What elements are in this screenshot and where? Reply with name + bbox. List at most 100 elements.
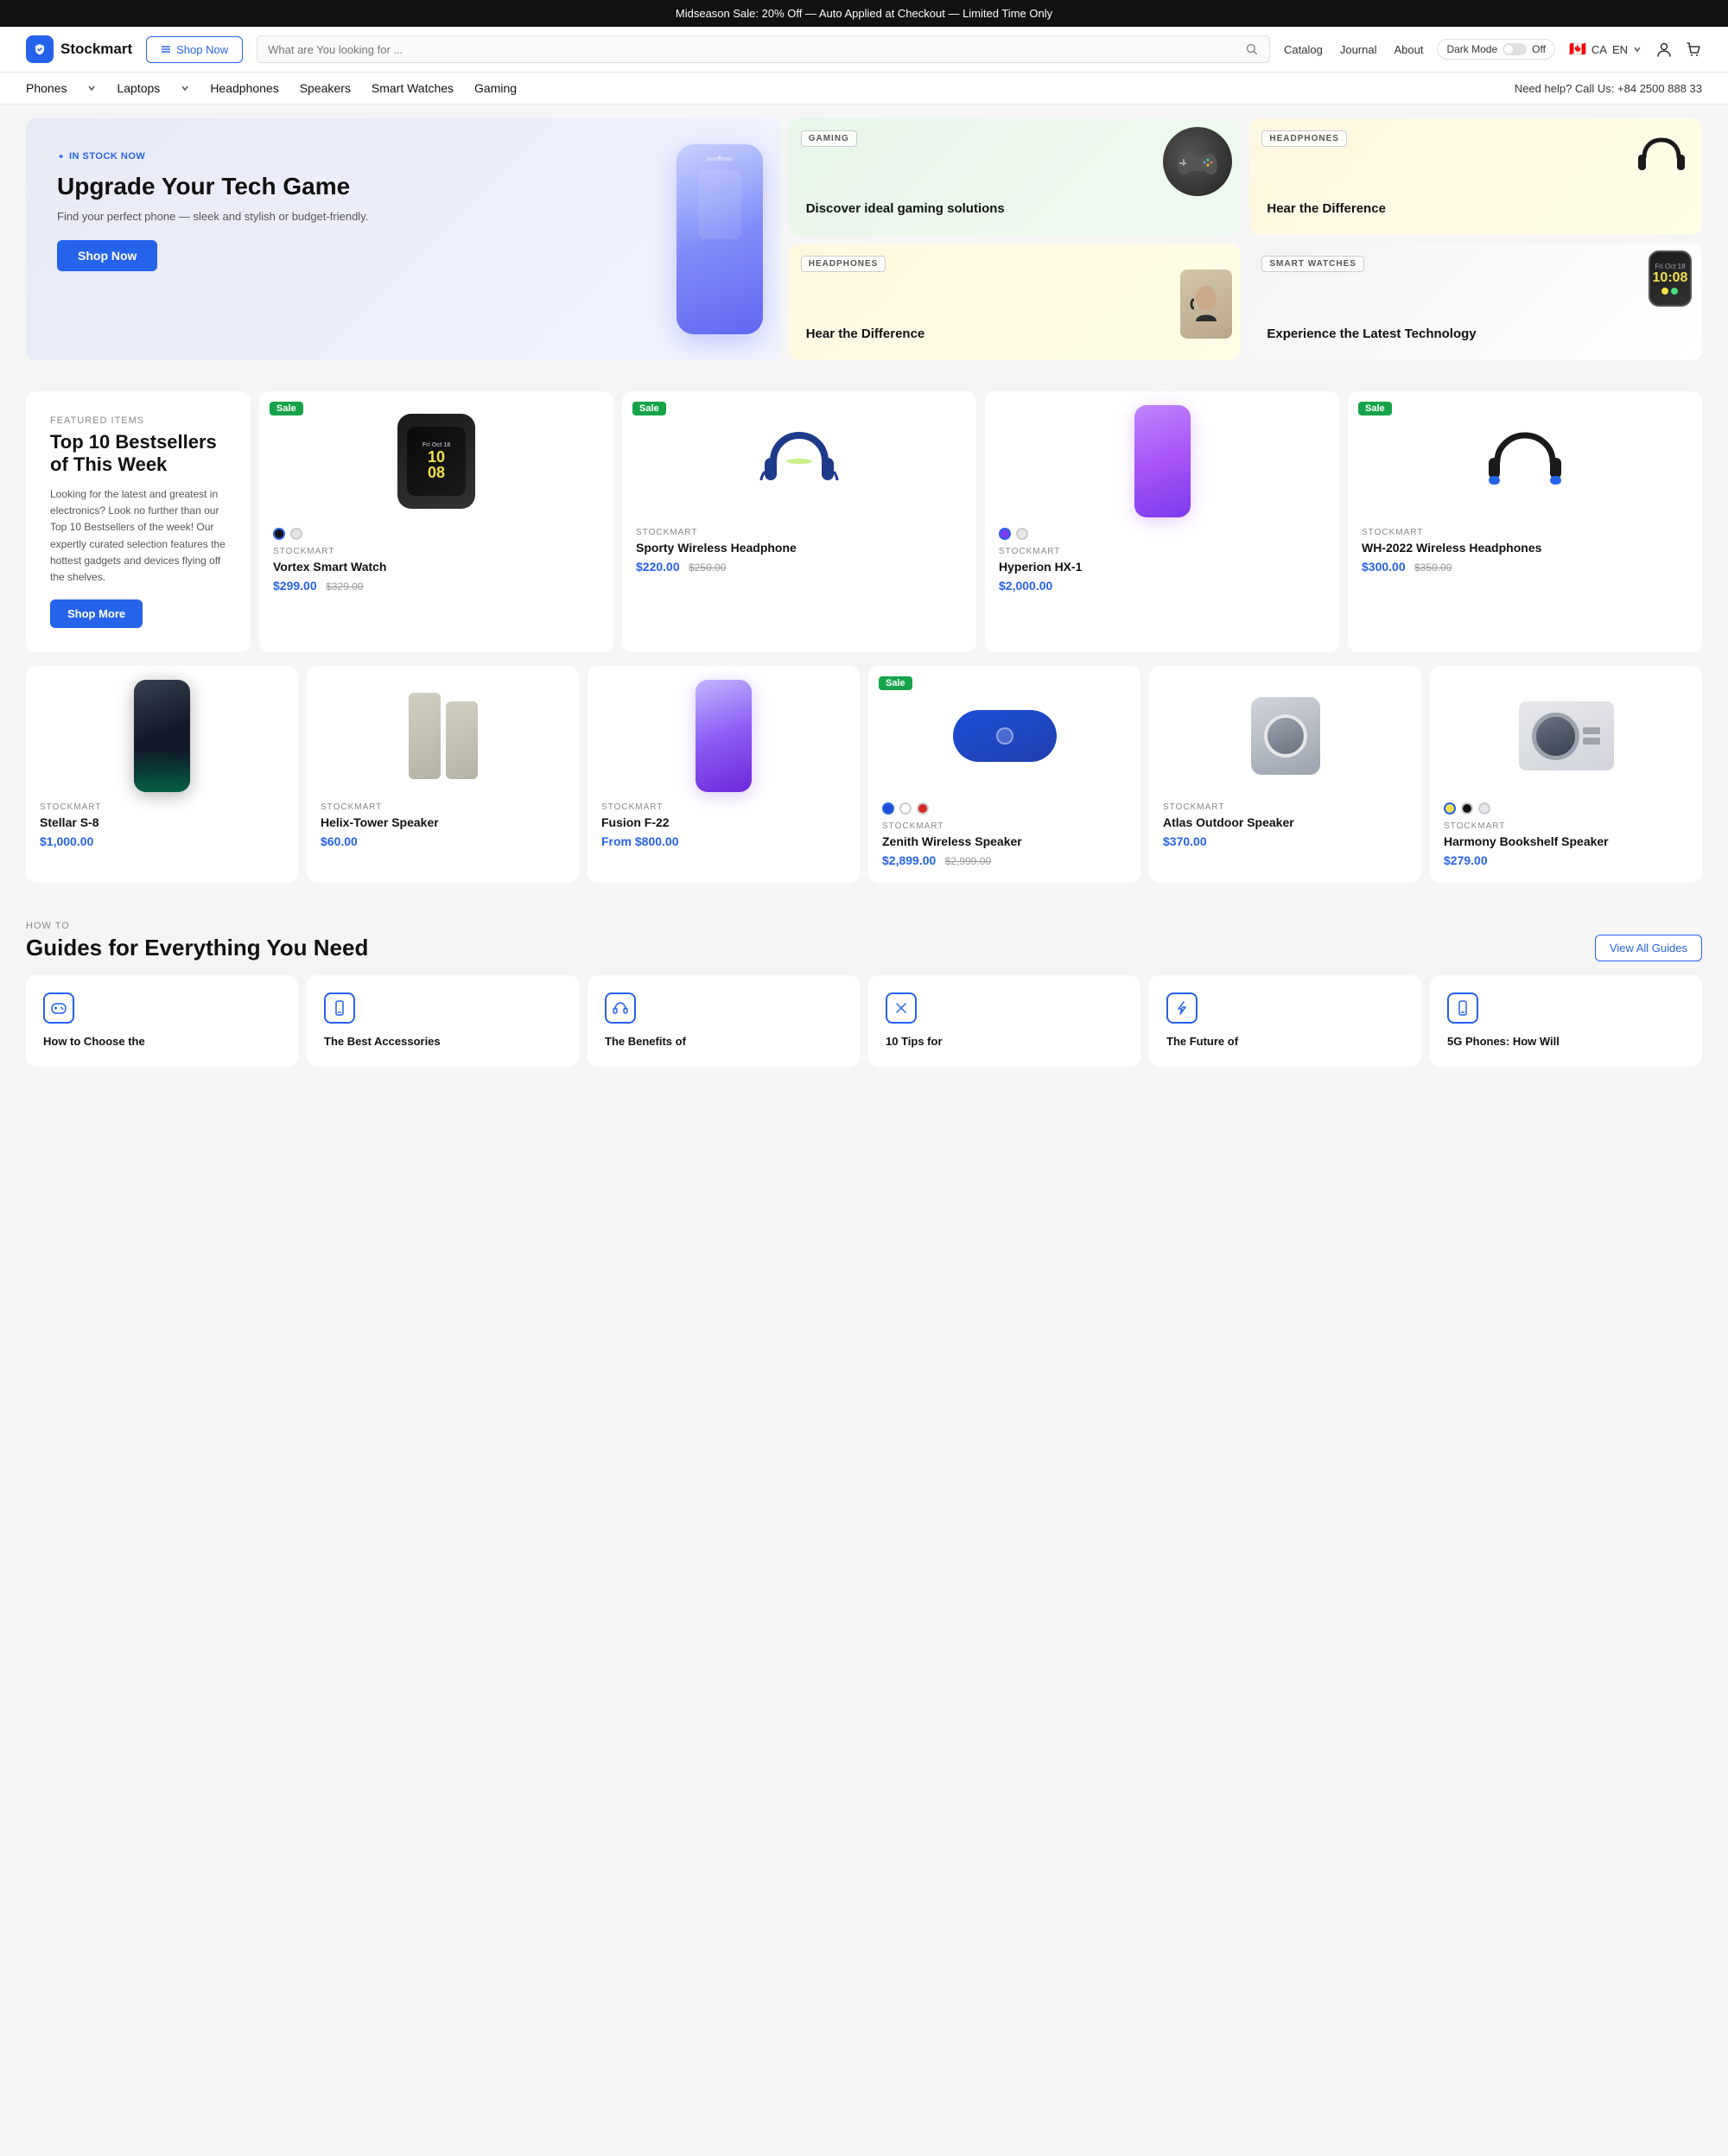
product-harmony: STOCKMART Harmony Bookshelf Speaker $279…	[1430, 666, 1702, 883]
color-option[interactable]	[917, 802, 929, 815]
logo: Stockmart	[26, 35, 132, 63]
guide-card-1[interactable]: How to Choose the	[26, 975, 298, 1067]
guides-grid: How to Choose the The Best Accessories	[26, 975, 1702, 1067]
category-nav-items: Phones Laptops Headphones Speakers Smart…	[26, 81, 517, 95]
guides-label: HOW TO	[26, 921, 368, 931]
color-option[interactable]	[1444, 802, 1456, 815]
headphones-person-image	[1180, 248, 1232, 360]
product-name: Atlas Outdoor Speaker	[1163, 815, 1407, 829]
product-stellar: STOCKMART Stellar S-8 $1,000.00	[26, 666, 298, 883]
headphones-image	[1631, 127, 1692, 187]
guide-title-1: How to Choose the	[43, 1034, 281, 1049]
phone2-icon	[1447, 992, 1478, 1024]
product-name: Sporty Wireless Headphone	[636, 541, 962, 555]
user-icon[interactable]	[1655, 41, 1673, 58]
color-option[interactable]	[1478, 802, 1490, 815]
flag-icon: 🇨🇦	[1569, 41, 1586, 58]
category-nav: Phones Laptops Headphones Speakers Smart…	[0, 73, 1728, 105]
color-option[interactable]	[1461, 802, 1473, 815]
smartwatch-image: Fri Oct 18 10:08	[1649, 250, 1692, 307]
product-name: Harmony Bookshelf Speaker	[1444, 834, 1688, 848]
lightning-icon	[1166, 992, 1198, 1024]
color-option[interactable]	[899, 802, 912, 815]
brand-label: STOCKMART	[999, 547, 1325, 556]
hero-headphones-card-2: HEADPHONES Hear the Difference	[1249, 118, 1702, 235]
shop-more-button[interactable]: Shop More	[50, 599, 143, 628]
color-option[interactable]	[882, 802, 894, 815]
cat-headphones[interactable]: Headphones	[210, 81, 278, 95]
color-option[interactable]	[290, 528, 302, 540]
view-all-guides-button[interactable]: View All Guides	[1595, 935, 1702, 961]
hero-headphones-card: HEADPHONES Hear the Difference	[789, 244, 1242, 360]
product-zenith: Sale STOCKMART Zenith Wireless Speaker $…	[868, 666, 1140, 883]
products-grid-row1: FEATURED ITEMS Top 10 Bestsellers of Thi…	[26, 391, 1702, 652]
product-name: Zenith Wireless Speaker	[882, 834, 1127, 848]
cart-icon[interactable]	[1685, 41, 1702, 58]
cat-laptops[interactable]: Laptops	[117, 81, 160, 95]
brand-label: STOCKMART	[321, 802, 565, 812]
gaming-card-title: Discover ideal gaming solutions	[806, 201, 1224, 216]
guides-section: HOW TO Guides for Everything You Need Vi…	[0, 900, 1728, 1088]
guide-card-6[interactable]: 5G Phones: How Will	[1430, 975, 1702, 1067]
locale-area: 🇨🇦 CA EN	[1569, 41, 1642, 58]
nav-journal[interactable]: Journal	[1340, 43, 1377, 56]
hero-section: IN STOCK NOW Upgrade Your Tech Game Find…	[0, 105, 1728, 374]
guide-card-5[interactable]: The Future of	[1149, 975, 1421, 1067]
smartwatch-card-title: Experience the Latest Technology	[1267, 327, 1685, 341]
hero-smartwatch-card: SMART WATCHES Fri Oct 18 10:08 Experienc…	[1249, 244, 1702, 360]
lang-selector[interactable]: EN	[1612, 43, 1628, 56]
guide-title-3: The Benefits of	[605, 1034, 842, 1049]
product-image-stellar	[40, 680, 284, 792]
header-shop-now-button[interactable]: Shop Now	[146, 36, 243, 63]
brand-label: STOCKMART	[273, 547, 600, 556]
sale-badge: Sale	[270, 402, 303, 415]
dark-mode-toggle[interactable]: Dark Mode Off	[1437, 39, 1554, 60]
nav-about[interactable]: About	[1394, 43, 1423, 56]
cat-phones[interactable]: Phones	[26, 81, 67, 95]
brand-label: STOCKMART	[1444, 821, 1688, 831]
product-image-wh2022	[1362, 405, 1688, 517]
guide-card-4[interactable]: 10 Tips for	[868, 975, 1140, 1067]
section-label: FEATURED ITEMS	[50, 415, 226, 426]
nav-catalog[interactable]: Catalog	[1284, 43, 1323, 56]
product-name: Stellar S-8	[40, 815, 284, 829]
gamepad-icon	[43, 992, 74, 1024]
hero-shop-now-button[interactable]: Shop Now	[57, 240, 157, 271]
sale-badge: Sale	[1358, 402, 1392, 415]
search-bar	[257, 35, 1270, 63]
tools-icon	[886, 992, 917, 1024]
product-pricing: $2,899.00 $2,999.00	[882, 853, 1127, 869]
product-name: Vortex Smart Watch	[273, 560, 600, 574]
product-atlas: STOCKMART Atlas Outdoor Speaker $370.00	[1149, 666, 1421, 883]
cat-smart-watches[interactable]: Smart Watches	[372, 81, 454, 95]
product-hyperion: STOCKMART Hyperion HX-1 $2,000.00	[985, 391, 1339, 652]
headphones-icon	[605, 992, 636, 1024]
guide-card-2[interactable]: The Best Accessories	[307, 975, 579, 1067]
products-grid-row2: STOCKMART Stellar S-8 $1,000.00 STOCKMAR…	[26, 666, 1702, 883]
color-option[interactable]	[273, 528, 285, 540]
search-input[interactable]	[268, 43, 1238, 56]
product-name: Hyperion HX-1	[999, 560, 1325, 574]
product-vortex-smartwatch: Sale Fri Oct 18 10 08 STOCKMART Vo	[259, 391, 613, 652]
gaming-label: GAMING	[801, 130, 857, 147]
color-option[interactable]	[1016, 528, 1028, 540]
hero-phone-image	[677, 118, 763, 360]
cat-speakers[interactable]: Speakers	[300, 81, 351, 95]
product-image-vortex: Fri Oct 18 10 08	[273, 405, 600, 517]
menu-icon	[161, 44, 171, 54]
product-pricing: $2,000.00	[999, 579, 1325, 594]
products-section: FEATURED ITEMS Top 10 Bestsellers of Thi…	[0, 374, 1728, 900]
product-name: Helix-Tower Speaker	[321, 815, 565, 829]
search-icon	[1245, 42, 1259, 56]
brand-label: STOCKMART	[882, 821, 1127, 831]
guide-title-6: 5G Phones: How Will	[1447, 1034, 1685, 1049]
hero-main-description: Find your perfect phone — sleek and styl…	[57, 210, 749, 223]
cat-gaming[interactable]: Gaming	[474, 81, 517, 95]
toggle-switch[interactable]	[1502, 43, 1527, 55]
smartwatch-label: SMART WATCHES	[1261, 256, 1364, 272]
sale-badge: Sale	[632, 402, 666, 415]
product-image-hyperion	[999, 405, 1325, 517]
color-option[interactable]	[999, 528, 1011, 540]
guide-card-3[interactable]: The Benefits of	[588, 975, 860, 1067]
product-pricing: $299.00 $329.00	[273, 579, 600, 594]
